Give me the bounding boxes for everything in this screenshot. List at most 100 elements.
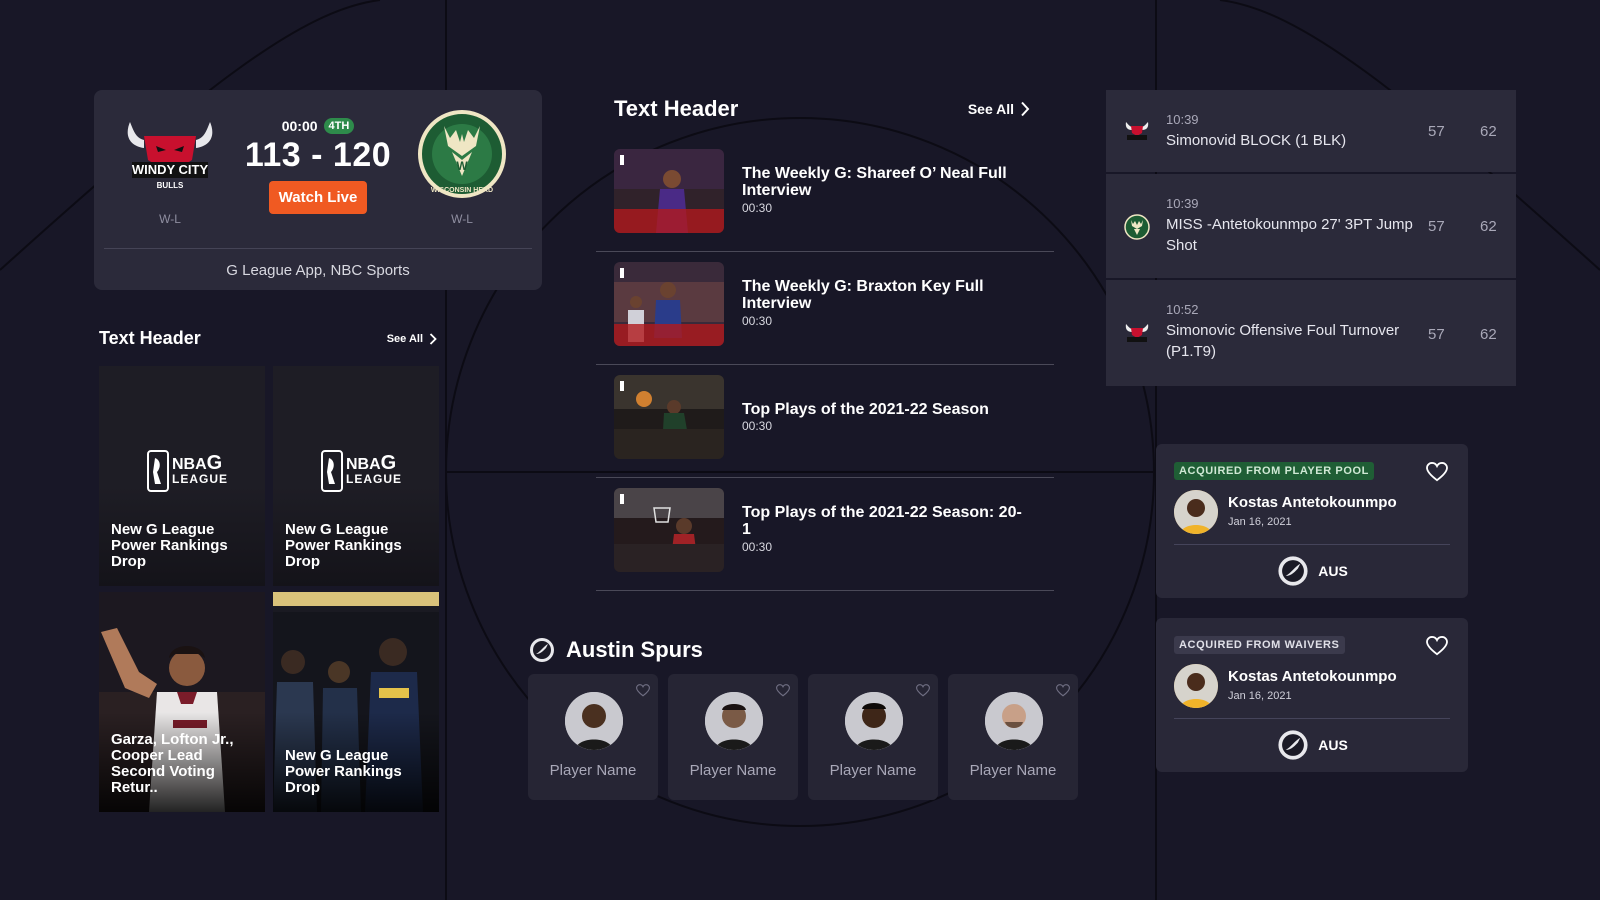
transaction-date: Jan 16, 2021 bbox=[1228, 516, 1292, 528]
heart-icon[interactable] bbox=[916, 684, 930, 697]
player-avatar bbox=[705, 692, 763, 750]
player-avatar bbox=[1174, 490, 1218, 534]
transaction-player-name: Kostas Antetokounmpo bbox=[1228, 668, 1397, 685]
away-team-record: W-L bbox=[451, 212, 473, 226]
video-title: The Weekly G: Shareef O’ Neal Full Inter… bbox=[742, 165, 1007, 199]
video-see-all-link[interactable]: See All bbox=[968, 101, 1030, 117]
player-name: Player Name bbox=[969, 762, 1057, 779]
video-see-all-label: See All bbox=[967, 101, 1014, 117]
play-time: 10:39 bbox=[1166, 112, 1199, 127]
video-thumbnail bbox=[614, 262, 724, 346]
news-see-all-label: See All bbox=[386, 332, 423, 345]
video-duration: 00:30 bbox=[742, 201, 773, 215]
news-section-title: Text Header bbox=[99, 328, 201, 348]
transaction-team: AUS bbox=[1156, 728, 1468, 762]
wisconsin-herd-logo: W WISCONSIN HERD bbox=[412, 108, 512, 200]
heart-icon[interactable] bbox=[1056, 684, 1070, 697]
transaction-team: AUS bbox=[1156, 554, 1468, 588]
transaction-team-code: AUS bbox=[1318, 563, 1348, 579]
transaction-card[interactable]: ACQUIRED FROM PLAYER POOL Kostas Antetok… bbox=[1156, 444, 1468, 598]
bulls-logo-text: WINDY CITY bbox=[132, 162, 209, 177]
news-tile[interactable]: NBAG LEAGUE New G League Power Rankings … bbox=[99, 366, 265, 586]
play-description: Simonovid BLOCK (1 BLK) bbox=[1166, 132, 1347, 149]
scoreboard-divider bbox=[104, 248, 532, 249]
transaction-date: Jan 16, 2021 bbox=[1228, 690, 1292, 702]
g-logo-text: G bbox=[206, 451, 223, 474]
quarter-badge: 4TH bbox=[323, 118, 355, 134]
news-tile[interactable]: NBAG LEAGUE New G League Power Rankings … bbox=[273, 366, 439, 586]
video-list-item[interactable]: The Weekly G: Braxton Key Full Interview… bbox=[596, 252, 1054, 365]
nba-logo-text: NBA bbox=[346, 455, 381, 473]
news-see-all-link[interactable]: See All bbox=[387, 333, 437, 345]
league-logo-text: LEAGUE bbox=[172, 471, 229, 486]
video-duration: 00:30 bbox=[742, 314, 773, 328]
heart-icon[interactable] bbox=[636, 684, 650, 697]
spurs-logo-icon bbox=[1278, 556, 1308, 586]
video-list-item[interactable]: Top Plays of the 2021-22 Season 00:30 bbox=[596, 365, 1054, 478]
transaction-card[interactable]: ACQUIRED FROM WAIVERS Kostas Antetokounm… bbox=[1156, 618, 1468, 772]
play-away-score: 62 bbox=[1480, 218, 1497, 235]
news-section-header: Text Header See All bbox=[99, 328, 437, 349]
windy-city-bulls-logo: WINDY CITY BULLS bbox=[120, 108, 220, 200]
bulls-icon bbox=[1125, 122, 1149, 140]
g-logo-text: G bbox=[380, 451, 397, 474]
player-name: Player Name bbox=[549, 762, 637, 779]
video-section-title: Text Header bbox=[614, 96, 739, 121]
play-by-play-row[interactable]: 10:39 MISS -Antetokounmpo 27' 3PT Jump S… bbox=[1106, 174, 1516, 278]
spurs-logo-icon bbox=[530, 638, 554, 662]
herd-logo-text: WISCONSIN HERD bbox=[431, 187, 493, 194]
play-by-play-row[interactable]: 10:52 Simonovic Offensive Foul Turnover … bbox=[1106, 280, 1516, 386]
nba-logo-text: NBA bbox=[172, 455, 207, 473]
scoreboard-card[interactable]: WINDY CITY BULLS W-L 00:00 4TH 113 - 120… bbox=[94, 90, 542, 290]
play-by-play-row[interactable]: 10:39 Simonovid BLOCK (1 BLK) 57 62 bbox=[1106, 90, 1516, 172]
game-clock: 00:00 bbox=[281, 118, 318, 134]
watch-live-button[interactable]: Watch Live bbox=[268, 181, 368, 214]
player-card[interactable]: Player Name bbox=[808, 674, 938, 800]
broadcast-info: G League App, NBC Sports bbox=[226, 262, 410, 279]
play-description: Simonovic Offensive Foul Turnover (P1.T9… bbox=[1166, 322, 1400, 360]
player-avatar bbox=[1174, 664, 1218, 708]
news-tile[interactable]: New G League Power Rankings Drop bbox=[273, 592, 439, 812]
chevron-right-icon bbox=[1021, 101, 1030, 117]
player-card[interactable]: Player Name bbox=[528, 674, 658, 800]
home-team: WINDY CITY BULLS W-L bbox=[120, 108, 220, 226]
player-avatar bbox=[845, 692, 903, 750]
heart-icon[interactable] bbox=[1426, 462, 1448, 482]
bulls-icon bbox=[1125, 324, 1149, 342]
play-home-score: 57 bbox=[1428, 123, 1445, 140]
player-card[interactable]: Player Name bbox=[668, 674, 798, 800]
video-section-header: Text Header See All bbox=[614, 96, 1030, 122]
spurs-logo-icon bbox=[1278, 730, 1308, 760]
play-time: 10:39 bbox=[1166, 196, 1199, 211]
video-list-item[interactable]: Top Plays of the 2021-22 Season: 20-1 00… bbox=[596, 478, 1054, 591]
play-time: 10:52 bbox=[1166, 302, 1199, 317]
play-away-score: 62 bbox=[1480, 123, 1497, 140]
news-tile[interactable]: Garza, Lofton Jr., Cooper Lead Second Vo… bbox=[99, 592, 265, 812]
video-thumbnail bbox=[614, 375, 724, 459]
video-title: Top Plays of the 2021-22 Season: 20-1 bbox=[742, 504, 1022, 538]
bulls-logo-subtext: BULLS bbox=[157, 181, 184, 190]
player-card[interactable]: Player Name bbox=[948, 674, 1078, 800]
transaction-team-code: AUS bbox=[1318, 737, 1348, 753]
player-name: Player Name bbox=[689, 762, 777, 779]
video-list-item[interactable]: The Weekly G: Shareef O’ Neal Full Inter… bbox=[596, 139, 1054, 252]
nba-g-league-logo: NBAG LEAGUE bbox=[147, 450, 228, 492]
svg-text:W: W bbox=[456, 159, 468, 173]
video-duration: 00:30 bbox=[742, 540, 773, 554]
transaction-divider bbox=[1174, 544, 1450, 545]
play-away-score: 62 bbox=[1480, 326, 1497, 343]
news-tile-title: New G League Power Rankings Drop bbox=[111, 521, 228, 570]
heart-icon[interactable] bbox=[776, 684, 790, 697]
chevron-right-icon bbox=[429, 332, 437, 345]
roster-team-name: Austin Spurs bbox=[566, 637, 703, 662]
news-tile-title: Garza, Lofton Jr., Cooper Lead Second Vo… bbox=[111, 731, 234, 796]
nba-g-league-logo: NBAG LEAGUE bbox=[321, 450, 402, 492]
game-center: 00:00 4TH 113 - 120 Watch Live bbox=[240, 118, 396, 214]
player-name: Player Name bbox=[829, 762, 917, 779]
heart-icon[interactable] bbox=[1426, 636, 1448, 656]
player-avatar bbox=[565, 692, 623, 750]
player-avatar bbox=[985, 692, 1043, 750]
news-tile-title: New G League Power Rankings Drop bbox=[285, 747, 402, 796]
video-title: The Weekly G: Braxton Key Full Interview bbox=[742, 278, 984, 312]
herd-icon bbox=[1124, 214, 1150, 240]
